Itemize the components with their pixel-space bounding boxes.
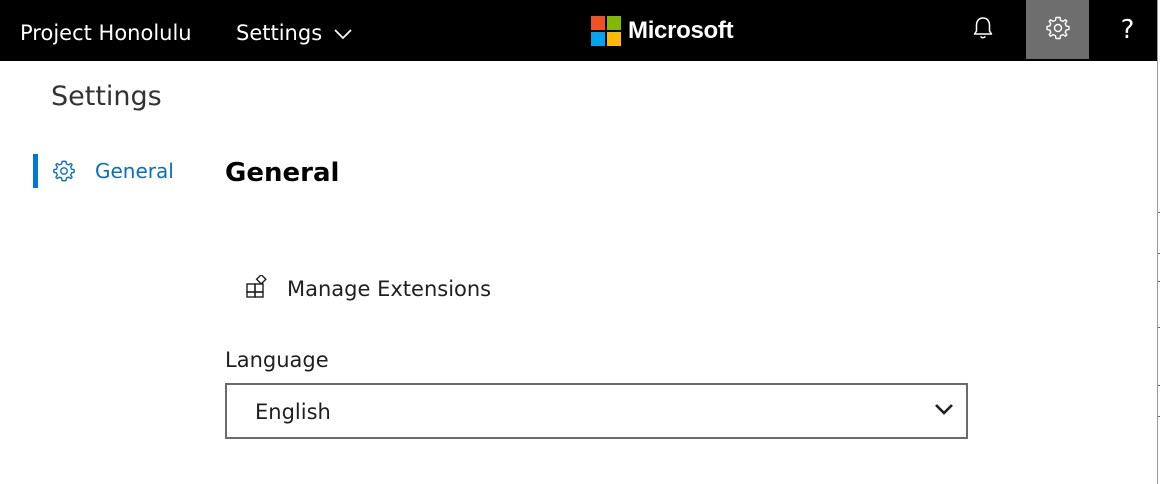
bell-icon — [972, 16, 994, 44]
page-title: Settings — [51, 81, 162, 112]
language-select[interactable]: English — [225, 383, 968, 439]
language-selected-value: English — [255, 400, 331, 424]
settings-menu-dropdown[interactable]: Settings — [236, 19, 352, 47]
sidebar-item-general[interactable]: General — [33, 154, 193, 188]
brand-name: Microsoft — [628, 17, 734, 44]
help-button[interactable]: ? — [1096, 0, 1159, 59]
help-icon: ? — [1120, 14, 1135, 45]
gear-icon — [52, 159, 76, 183]
section-title: General — [225, 158, 340, 188]
app-name-link[interactable]: Project Honolulu — [20, 19, 192, 47]
sidebar-item-label: General — [95, 159, 174, 183]
chevron-down-icon — [934, 403, 954, 416]
language-label: Language — [225, 348, 329, 372]
chevron-down-icon — [334, 28, 352, 40]
notifications-button[interactable] — [951, 0, 1014, 59]
manage-extensions-link[interactable]: Manage Extensions — [245, 273, 492, 304]
selected-indicator — [33, 154, 38, 188]
microsoft-brand: Microsoft — [591, 16, 734, 46]
top-bar: Project Honolulu Settings Microsoft ? — [0, 0, 1157, 61]
extensions-icon — [245, 273, 269, 303]
settings-button[interactable] — [1026, 0, 1089, 59]
microsoft-logo-icon — [591, 16, 621, 46]
gear-icon — [1045, 15, 1071, 45]
settings-menu-label: Settings — [236, 21, 323, 45]
manage-extensions-label: Manage Extensions — [287, 277, 492, 301]
